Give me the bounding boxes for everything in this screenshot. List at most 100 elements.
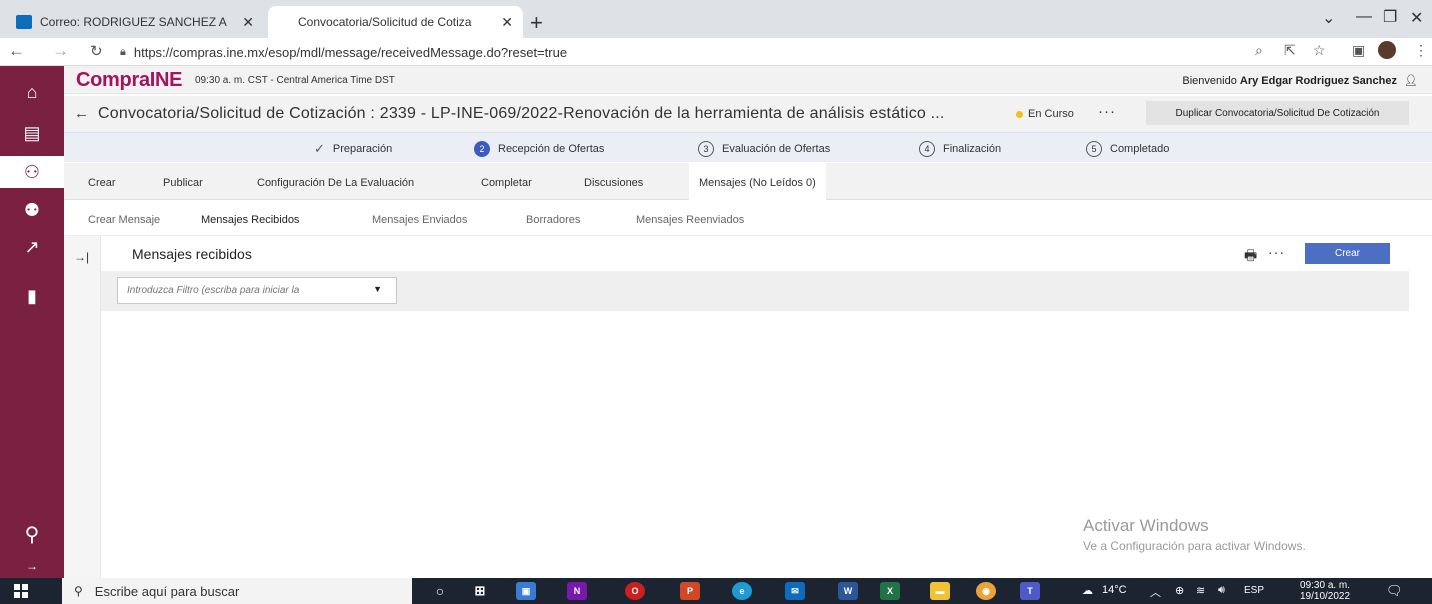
tab-mensajes[interactable]: Mensajes (No Leídos 0) (689, 163, 826, 200)
opera-icon[interactable]: O (625, 582, 645, 600)
progress-steps: ✓ Preparación 2 Recepción de Ofertas 3 E… (64, 132, 1432, 162)
status-label: En Curso (1028, 108, 1074, 120)
mail-icon[interactable]: ✉ (785, 582, 805, 600)
subtab-mensajes-recibidos[interactable]: Mensajes Recibidos (196, 214, 304, 238)
step-number: 4 (919, 141, 935, 157)
browser-tab-bar: Correo: RODRIGUEZ SANCHEZ A ✕ Convocator… (0, 0, 1432, 38)
word-icon[interactable]: W (838, 582, 858, 600)
step-label: Evaluación de Ofertas (722, 143, 831, 155)
profile-avatar[interactable] (1378, 41, 1396, 59)
tab-configuracion[interactable]: Configuración De La Evaluación (257, 177, 414, 189)
create-button[interactable]: Crear (1305, 243, 1390, 264)
user-icon[interactable]: 👤︎ (1404, 75, 1418, 87)
step-completado: 5 Completado (1086, 141, 1169, 157)
analytics-icon[interactable]: ↗ (0, 231, 64, 263)
wifi-icon[interactable]: ≋ (1196, 584, 1205, 597)
browser-tab-title: Convocatoria/Solicitud de Cotiza (298, 15, 472, 29)
language-indicator[interactable]: ESP (1244, 585, 1264, 596)
edge-icon[interactable]: e (732, 582, 752, 600)
expand-panel-icon[interactable]: →| (74, 250, 89, 264)
side-panel-icon[interactable]: ▣ (1352, 42, 1365, 59)
sidebar-expand-button[interactable]: → (0, 555, 64, 577)
weather-icon[interactable]: ☁ (1082, 584, 1093, 597)
powerpoint-icon[interactable]: P (680, 582, 700, 600)
search-icon[interactable]: ⚲ (0, 518, 64, 550)
dashboard-icon[interactable]: ▤ (0, 117, 64, 149)
weather-temp[interactable]: 14°C (1102, 584, 1127, 596)
filter-bar: ▼ (101, 271, 1409, 311)
minimize-icon[interactable]: — (1356, 8, 1372, 26)
restore-icon[interactable]: ❐ (1383, 7, 1397, 27)
app-logo: CompraINE (76, 69, 183, 91)
windows-activation-title: Activar Windows (1083, 516, 1209, 535)
panel-title: Mensajes recibidos (132, 246, 252, 262)
browser-tab-convocatoria[interactable]: Convocatoria/Solicitud de Cotiza ✕ (268, 6, 523, 38)
search-icon: ⚲ (74, 584, 83, 598)
browser-menu-icon[interactable]: ⋮ (1414, 42, 1428, 59)
more-options-icon[interactable]: ··· (1268, 244, 1285, 260)
bookmark-star-icon[interactable]: ☆ (1313, 42, 1326, 59)
taskbar-search-placeholder: Escribe aquí para buscar (94, 583, 240, 599)
status-dot-icon (1016, 110, 1023, 118)
tray-chevron-icon[interactable]: ︿ (1150, 584, 1161, 600)
tab-discusiones[interactable]: Discusiones (584, 177, 643, 189)
title-row: ← Convocatoria/Solicitud de Cotización :… (64, 96, 1432, 132)
volume-icon[interactable]: 🔊︎ (1218, 584, 1225, 597)
chrome-icon[interactable]: ◉ (976, 582, 996, 600)
subtab-mensajes-reenviados[interactable]: Mensajes Reenviados (636, 214, 744, 226)
header-time: 09:30 a. m. CST - Central America Time D… (195, 75, 395, 86)
url-field[interactable]: 🔒︎ https://compras.ine.mx/esop/mdl/messa… (120, 41, 1220, 63)
step-finalizacion: 4 Finalización (919, 141, 1001, 157)
home-icon[interactable]: ⌂ (0, 76, 64, 108)
close-tab-icon[interactable]: ✕ (242, 14, 254, 31)
forward-icon[interactable]: → (52, 41, 69, 61)
windows-start-icon[interactable] (14, 584, 28, 598)
tab-search-icon[interactable]: ⌄ (1322, 8, 1335, 28)
browser-tab-mail[interactable]: Correo: RODRIGUEZ SANCHEZ A ✕ (6, 6, 264, 38)
task-view-icon[interactable]: ⊞ (470, 582, 490, 600)
taskbar-clock[interactable]: 09:30 a. m. 19/10/2022 (1300, 580, 1350, 602)
zoom-icon[interactable]: ⌕ (1255, 42, 1263, 59)
onenote-icon[interactable]: N (567, 582, 587, 600)
taskbar-search[interactable]: ⚲ Escribe aquí para buscar (62, 578, 412, 604)
step-evaluacion: 3 Evaluación de Ofertas (698, 141, 830, 157)
filter-dropdown[interactable]: ▼ (117, 277, 397, 304)
new-tab-button[interactable]: + (530, 10, 543, 36)
address-bar: ← → ↻ 🔒︎ https://compras.ine.mx/esop/mdl… (0, 38, 1432, 66)
tab-publicar[interactable]: Publicar (163, 177, 203, 189)
back-icon[interactable]: ← (8, 41, 25, 61)
step-label: Completado (1110, 143, 1170, 155)
clock-time: 09:30 a. m. (1300, 580, 1351, 591)
welcome-text: Bienvenido Ary Edgar Rodriguez Sanchez 👤… (1182, 74, 1418, 87)
file-explorer-icon[interactable]: ▬ (930, 582, 950, 600)
notifications-icon[interactable]: 🗨︎ (1386, 583, 1403, 599)
reload-icon[interactable]: ↻ (90, 42, 103, 60)
subtab-borradores[interactable]: Borradores (526, 214, 580, 226)
store-icon[interactable]: ▣ (516, 582, 536, 600)
user-name: Ary Edgar Rodriguez Sanchez (1239, 75, 1397, 87)
subtab-crear-mensaje[interactable]: Crear Mensaje (88, 214, 160, 226)
tab-crear[interactable]: Crear (88, 177, 116, 189)
tab-completar[interactable]: Completar (481, 177, 532, 189)
sub-tabs: Crear Mensaje Mensajes Recibidos Mensaje… (64, 201, 1432, 238)
subtab-mensajes-enviados[interactable]: Mensajes Enviados (372, 214, 467, 226)
close-tab-icon[interactable]: ✕ (501, 14, 513, 31)
app-header: CompraINE 09:30 a. m. CST - Central Amer… (64, 66, 1432, 94)
more-actions-icon[interactable]: ··· (1098, 103, 1116, 120)
filter-input[interactable] (127, 285, 362, 296)
windows-taskbar: ⚲ Escribe aquí para buscar ○ ⊞ ▣ N O P e… (0, 578, 1432, 604)
close-window-icon[interactable]: ✕ (1410, 8, 1423, 28)
documents-icon[interactable]: ▮ (0, 280, 64, 312)
share-icon[interactable]: ⇱ (1284, 42, 1296, 59)
handshake-icon[interactable]: ⚇ (0, 156, 64, 188)
users-icon[interactable]: ⚉ (0, 194, 64, 226)
teams-icon[interactable]: T (1020, 582, 1040, 600)
excel-icon[interactable]: X (880, 582, 900, 600)
app-sidebar: ⌂ ▤ ⚇ ⚉ ↗ ▮ ⚲ (0, 66, 64, 578)
print-icon[interactable]: 🖶︎ (1244, 245, 1257, 269)
network-icon[interactable]: ⊕ (1175, 584, 1184, 597)
chevron-down-icon[interactable]: ▼ (373, 284, 382, 294)
cortana-icon[interactable]: ○ (430, 582, 450, 600)
duplicate-button[interactable]: Duplicar Convocatoria/Solicitud De Cotiz… (1146, 101, 1409, 125)
back-arrow-icon[interactable]: ← (74, 105, 89, 122)
